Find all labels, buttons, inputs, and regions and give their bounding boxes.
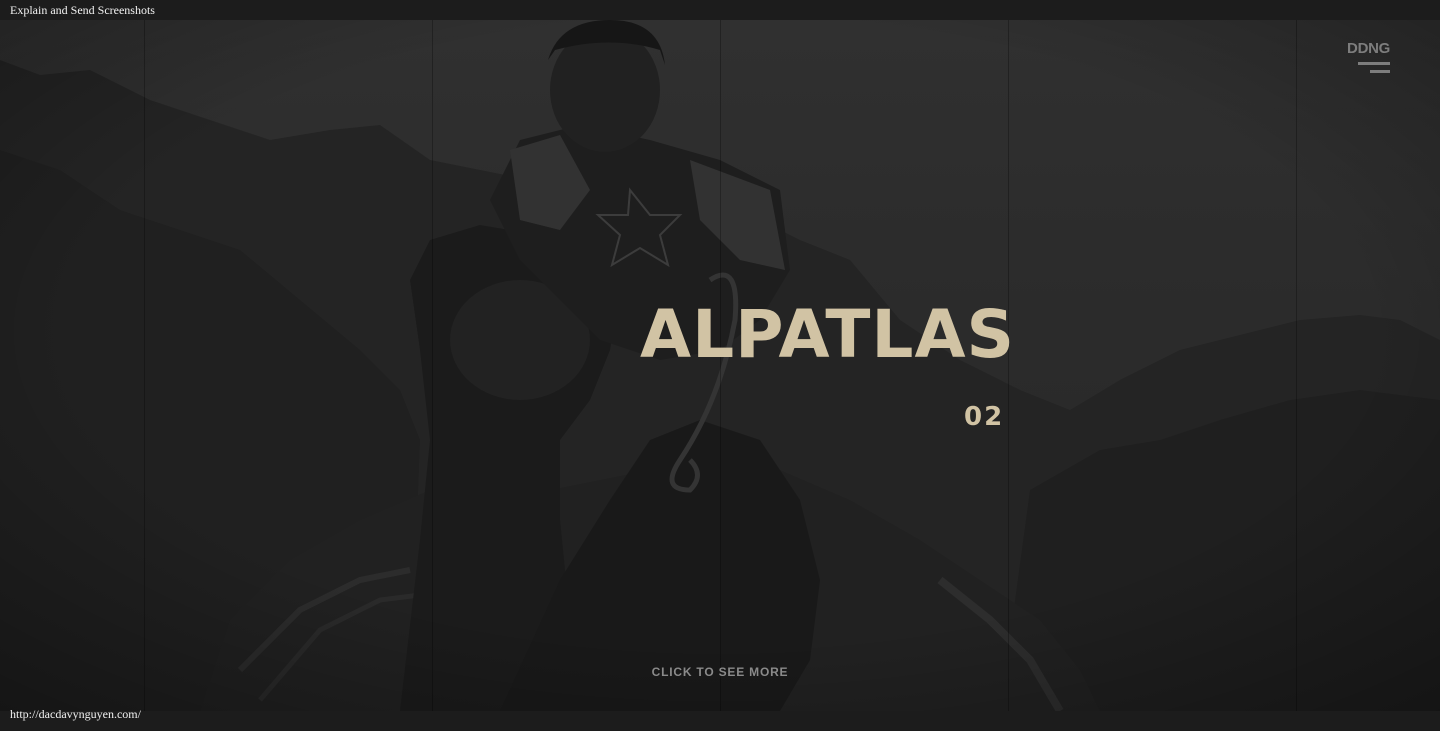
hamburger-menu-icon[interactable] [1358, 62, 1390, 74]
see-more-link[interactable]: CLICK TO SEE MORE [620, 665, 820, 679]
project-number: 02 [964, 402, 1005, 432]
grid-divider [1296, 20, 1297, 711]
window-title-bar: Explain and Send Screenshots [0, 0, 1440, 20]
status-bar: http://dacdavynguyen.com/ [0, 708, 1440, 731]
menu-bar-bottom [1370, 70, 1390, 73]
page-url: http://dacdavynguyen.com/ [10, 707, 141, 721]
menu-bar-top [1358, 62, 1390, 65]
hero-section[interactable]: DDNG ALPATLAS 02 CLICK TO SEE MORE [0, 20, 1440, 711]
project-title[interactable]: ALPATLAS [640, 295, 1020, 375]
window-title: Explain and Send Screenshots [10, 3, 155, 17]
grid-divider [432, 20, 433, 711]
grid-divider [144, 20, 145, 711]
brand-logo[interactable]: DDNG [1347, 40, 1390, 57]
